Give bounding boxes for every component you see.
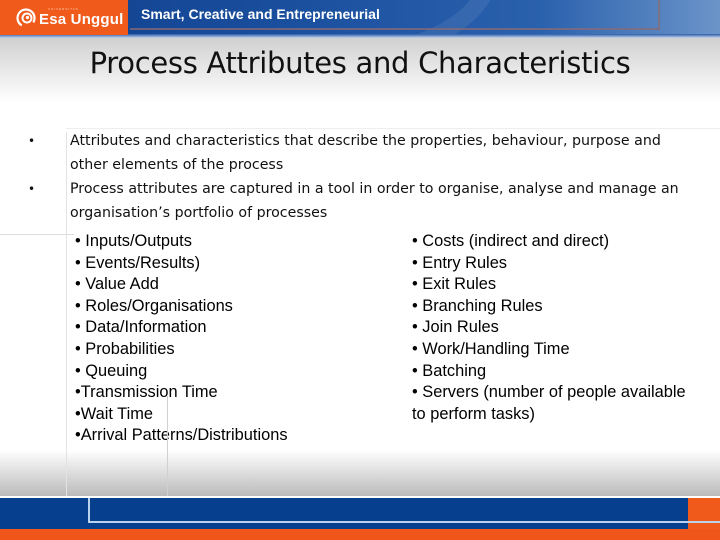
divider-line xyxy=(66,128,720,129)
bullet-list: • Attributes and characteristics that de… xyxy=(24,130,694,226)
slide-title: Process Attributes and Characteristics xyxy=(89,46,631,80)
bullet-marker: • xyxy=(28,134,36,148)
footer-outline-line xyxy=(88,521,720,523)
list-item: • Entry Rules xyxy=(412,253,508,272)
list-item: • Inputs/Outputs xyxy=(75,232,192,250)
logo: UNIVERSITAS Esa Unggul xyxy=(0,0,128,35)
list-item: • Exit Rules xyxy=(412,275,497,294)
footer-band xyxy=(0,496,688,531)
footer-accent xyxy=(688,498,720,529)
list-item: • Queuing xyxy=(75,361,148,380)
attributes-list-right: • Costs (indirect and direct) • Entry Ru… xyxy=(412,231,702,425)
logo-subtext: UNIVERSITAS xyxy=(48,7,79,11)
bullet-item: • Attributes and characteristics that de… xyxy=(24,130,694,177)
tagline: Smart, Creative and Entrepreneurial xyxy=(141,6,380,22)
bullet-text: Attributes and characteristics that desc… xyxy=(70,133,661,173)
list-item: • Costs (indirect and direct) xyxy=(412,232,610,250)
list-item: • Work/Handling Time xyxy=(412,339,570,358)
logo-text: Esa Unggul xyxy=(39,10,124,28)
bullet-marker: • xyxy=(28,182,36,196)
header-banner: UNIVERSITAS Esa Unggul Smart, Creative a… xyxy=(0,0,720,38)
header-frame-line xyxy=(658,0,660,30)
footer-outline-line xyxy=(88,498,90,522)
list-item: • Branching Rules xyxy=(412,296,543,315)
list-item: • Join Rules xyxy=(412,318,499,337)
list-item: • Batching xyxy=(412,361,487,380)
divider-line xyxy=(0,234,74,235)
bullet-text: Process attributes are captured in a too… xyxy=(70,181,679,221)
esa-unggul-logo-icon xyxy=(16,7,36,28)
divider-line xyxy=(167,396,168,496)
list-item: •Arrival Patterns/Distributions xyxy=(75,426,288,445)
list-item: •Transmission Time xyxy=(75,383,218,402)
list-item: • Servers (number of people available to… xyxy=(412,383,686,423)
footer-strip xyxy=(0,529,720,540)
attributes-list-left: • Inputs/Outputs • Events/Results) • Val… xyxy=(75,231,375,447)
bullet-item: • Process attributes are captured in a t… xyxy=(24,178,694,225)
list-item: • Events/Results) xyxy=(75,253,201,272)
header-frame-line xyxy=(130,28,660,30)
list-item: •Wait Time xyxy=(75,404,153,423)
list-item: • Probabilities xyxy=(75,339,175,358)
list-item: • Value Add xyxy=(75,275,159,294)
list-item: • Data/Information xyxy=(75,318,207,337)
list-item: • Roles/Organisations xyxy=(75,296,233,315)
